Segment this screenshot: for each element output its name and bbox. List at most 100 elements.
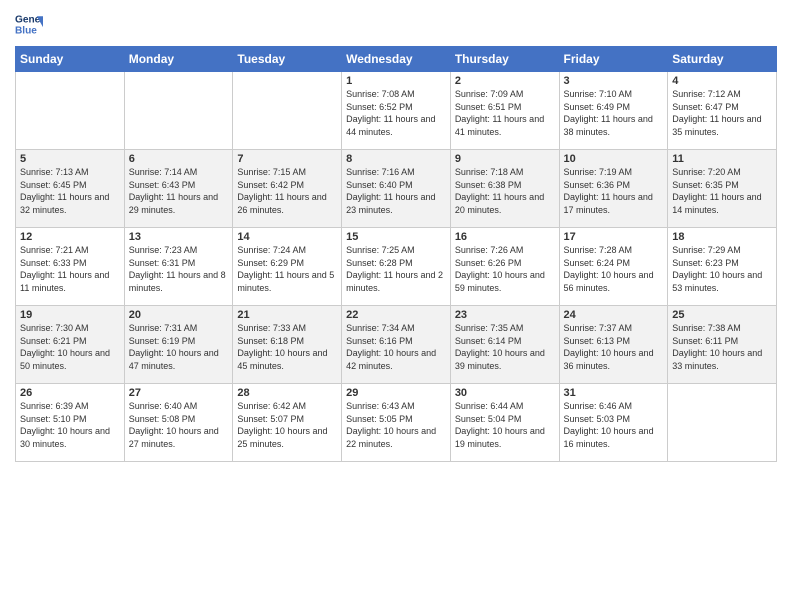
day-number: 27 xyxy=(129,387,229,399)
calendar-cell: 10Sunrise: 7:19 AM Sunset: 6:36 PM Dayli… xyxy=(559,150,668,228)
day-info: Sunrise: 7:13 AM Sunset: 6:45 PM Dayligh… xyxy=(20,166,120,216)
calendar-cell: 16Sunrise: 7:26 AM Sunset: 6:26 PM Dayli… xyxy=(450,228,559,306)
day-number: 1 xyxy=(346,75,446,87)
day-number: 26 xyxy=(20,387,120,399)
day-info: Sunrise: 7:28 AM Sunset: 6:24 PM Dayligh… xyxy=(564,244,664,294)
day-number: 31 xyxy=(564,387,664,399)
calendar-cell: 12Sunrise: 7:21 AM Sunset: 6:33 PM Dayli… xyxy=(16,228,125,306)
day-info: Sunrise: 7:38 AM Sunset: 6:11 PM Dayligh… xyxy=(672,322,772,372)
day-number: 21 xyxy=(237,309,337,321)
day-info: Sunrise: 7:35 AM Sunset: 6:14 PM Dayligh… xyxy=(455,322,555,372)
day-info: Sunrise: 7:19 AM Sunset: 6:36 PM Dayligh… xyxy=(564,166,664,216)
calendar-cell: 15Sunrise: 7:25 AM Sunset: 6:28 PM Dayli… xyxy=(342,228,451,306)
week-row-2: 5Sunrise: 7:13 AM Sunset: 6:45 PM Daylig… xyxy=(16,150,777,228)
day-info: Sunrise: 7:08 AM Sunset: 6:52 PM Dayligh… xyxy=(346,88,446,138)
day-number: 10 xyxy=(564,153,664,165)
week-row-4: 19Sunrise: 7:30 AM Sunset: 6:21 PM Dayli… xyxy=(16,306,777,384)
day-number: 15 xyxy=(346,231,446,243)
week-row-5: 26Sunrise: 6:39 AM Sunset: 5:10 PM Dayli… xyxy=(16,384,777,462)
day-number: 4 xyxy=(672,75,772,87)
weekday-header-friday: Friday xyxy=(559,47,668,72)
day-info: Sunrise: 7:23 AM Sunset: 6:31 PM Dayligh… xyxy=(129,244,229,294)
day-number: 13 xyxy=(129,231,229,243)
day-info: Sunrise: 7:20 AM Sunset: 6:35 PM Dayligh… xyxy=(672,166,772,216)
day-number: 18 xyxy=(672,231,772,243)
day-info: Sunrise: 6:40 AM Sunset: 5:08 PM Dayligh… xyxy=(129,400,229,450)
day-number: 17 xyxy=(564,231,664,243)
day-info: Sunrise: 6:42 AM Sunset: 5:07 PM Dayligh… xyxy=(237,400,337,450)
day-number: 8 xyxy=(346,153,446,165)
day-info: Sunrise: 7:31 AM Sunset: 6:19 PM Dayligh… xyxy=(129,322,229,372)
calendar-cell: 22Sunrise: 7:34 AM Sunset: 6:16 PM Dayli… xyxy=(342,306,451,384)
calendar-table: SundayMondayTuesdayWednesdayThursdayFrid… xyxy=(15,46,777,462)
day-number: 28 xyxy=(237,387,337,399)
calendar-cell xyxy=(668,384,777,462)
calendar-cell: 9Sunrise: 7:18 AM Sunset: 6:38 PM Daylig… xyxy=(450,150,559,228)
day-number: 23 xyxy=(455,309,555,321)
day-info: Sunrise: 7:10 AM Sunset: 6:49 PM Dayligh… xyxy=(564,88,664,138)
page: General Blue SundayMondayTuesdayWednesda… xyxy=(0,0,792,612)
day-info: Sunrise: 6:44 AM Sunset: 5:04 PM Dayligh… xyxy=(455,400,555,450)
calendar-cell: 20Sunrise: 7:31 AM Sunset: 6:19 PM Dayli… xyxy=(124,306,233,384)
day-info: Sunrise: 7:21 AM Sunset: 6:33 PM Dayligh… xyxy=(20,244,120,294)
calendar-cell: 7Sunrise: 7:15 AM Sunset: 6:42 PM Daylig… xyxy=(233,150,342,228)
day-info: Sunrise: 7:15 AM Sunset: 6:42 PM Dayligh… xyxy=(237,166,337,216)
weekday-header-thursday: Thursday xyxy=(450,47,559,72)
logo: General Blue xyxy=(15,10,43,38)
calendar-cell: 8Sunrise: 7:16 AM Sunset: 6:40 PM Daylig… xyxy=(342,150,451,228)
calendar-cell xyxy=(124,72,233,150)
day-info: Sunrise: 7:33 AM Sunset: 6:18 PM Dayligh… xyxy=(237,322,337,372)
calendar-cell: 25Sunrise: 7:38 AM Sunset: 6:11 PM Dayli… xyxy=(668,306,777,384)
day-info: Sunrise: 7:29 AM Sunset: 6:23 PM Dayligh… xyxy=(672,244,772,294)
calendar-cell: 27Sunrise: 6:40 AM Sunset: 5:08 PM Dayli… xyxy=(124,384,233,462)
day-number: 20 xyxy=(129,309,229,321)
day-info: Sunrise: 7:37 AM Sunset: 6:13 PM Dayligh… xyxy=(564,322,664,372)
day-info: Sunrise: 6:39 AM Sunset: 5:10 PM Dayligh… xyxy=(20,400,120,450)
day-info: Sunrise: 7:25 AM Sunset: 6:28 PM Dayligh… xyxy=(346,244,446,294)
weekday-header-row: SundayMondayTuesdayWednesdayThursdayFrid… xyxy=(16,47,777,72)
calendar-cell: 24Sunrise: 7:37 AM Sunset: 6:13 PM Dayli… xyxy=(559,306,668,384)
calendar-cell: 13Sunrise: 7:23 AM Sunset: 6:31 PM Dayli… xyxy=(124,228,233,306)
calendar-cell: 31Sunrise: 6:46 AM Sunset: 5:03 PM Dayli… xyxy=(559,384,668,462)
day-number: 5 xyxy=(20,153,120,165)
day-info: Sunrise: 7:18 AM Sunset: 6:38 PM Dayligh… xyxy=(455,166,555,216)
day-number: 3 xyxy=(564,75,664,87)
day-info: Sunrise: 6:46 AM Sunset: 5:03 PM Dayligh… xyxy=(564,400,664,450)
calendar-cell xyxy=(233,72,342,150)
calendar-cell: 17Sunrise: 7:28 AM Sunset: 6:24 PM Dayli… xyxy=(559,228,668,306)
day-number: 25 xyxy=(672,309,772,321)
weekday-header-tuesday: Tuesday xyxy=(233,47,342,72)
day-info: Sunrise: 7:24 AM Sunset: 6:29 PM Dayligh… xyxy=(237,244,337,294)
calendar-cell: 28Sunrise: 6:42 AM Sunset: 5:07 PM Dayli… xyxy=(233,384,342,462)
day-number: 7 xyxy=(237,153,337,165)
svg-text:General: General xyxy=(15,14,43,25)
svg-text:Blue: Blue xyxy=(15,25,37,36)
day-number: 16 xyxy=(455,231,555,243)
calendar-cell: 14Sunrise: 7:24 AM Sunset: 6:29 PM Dayli… xyxy=(233,228,342,306)
logo-icon: General Blue xyxy=(15,10,43,38)
day-number: 12 xyxy=(20,231,120,243)
calendar-cell: 5Sunrise: 7:13 AM Sunset: 6:45 PM Daylig… xyxy=(16,150,125,228)
day-info: Sunrise: 7:14 AM Sunset: 6:43 PM Dayligh… xyxy=(129,166,229,216)
day-number: 14 xyxy=(237,231,337,243)
header: General Blue xyxy=(15,10,777,38)
day-number: 19 xyxy=(20,309,120,321)
weekday-header-saturday: Saturday xyxy=(668,47,777,72)
day-number: 24 xyxy=(564,309,664,321)
calendar-cell: 2Sunrise: 7:09 AM Sunset: 6:51 PM Daylig… xyxy=(450,72,559,150)
day-number: 29 xyxy=(346,387,446,399)
calendar-cell: 6Sunrise: 7:14 AM Sunset: 6:43 PM Daylig… xyxy=(124,150,233,228)
calendar-cell: 26Sunrise: 6:39 AM Sunset: 5:10 PM Dayli… xyxy=(16,384,125,462)
calendar-cell: 3Sunrise: 7:10 AM Sunset: 6:49 PM Daylig… xyxy=(559,72,668,150)
calendar-cell: 1Sunrise: 7:08 AM Sunset: 6:52 PM Daylig… xyxy=(342,72,451,150)
day-info: Sunrise: 7:09 AM Sunset: 6:51 PM Dayligh… xyxy=(455,88,555,138)
day-info: Sunrise: 7:16 AM Sunset: 6:40 PM Dayligh… xyxy=(346,166,446,216)
day-number: 30 xyxy=(455,387,555,399)
day-info: Sunrise: 7:34 AM Sunset: 6:16 PM Dayligh… xyxy=(346,322,446,372)
weekday-header-monday: Monday xyxy=(124,47,233,72)
day-number: 6 xyxy=(129,153,229,165)
calendar-cell: 4Sunrise: 7:12 AM Sunset: 6:47 PM Daylig… xyxy=(668,72,777,150)
calendar-cell xyxy=(16,72,125,150)
calendar-cell: 19Sunrise: 7:30 AM Sunset: 6:21 PM Dayli… xyxy=(16,306,125,384)
weekday-header-sunday: Sunday xyxy=(16,47,125,72)
